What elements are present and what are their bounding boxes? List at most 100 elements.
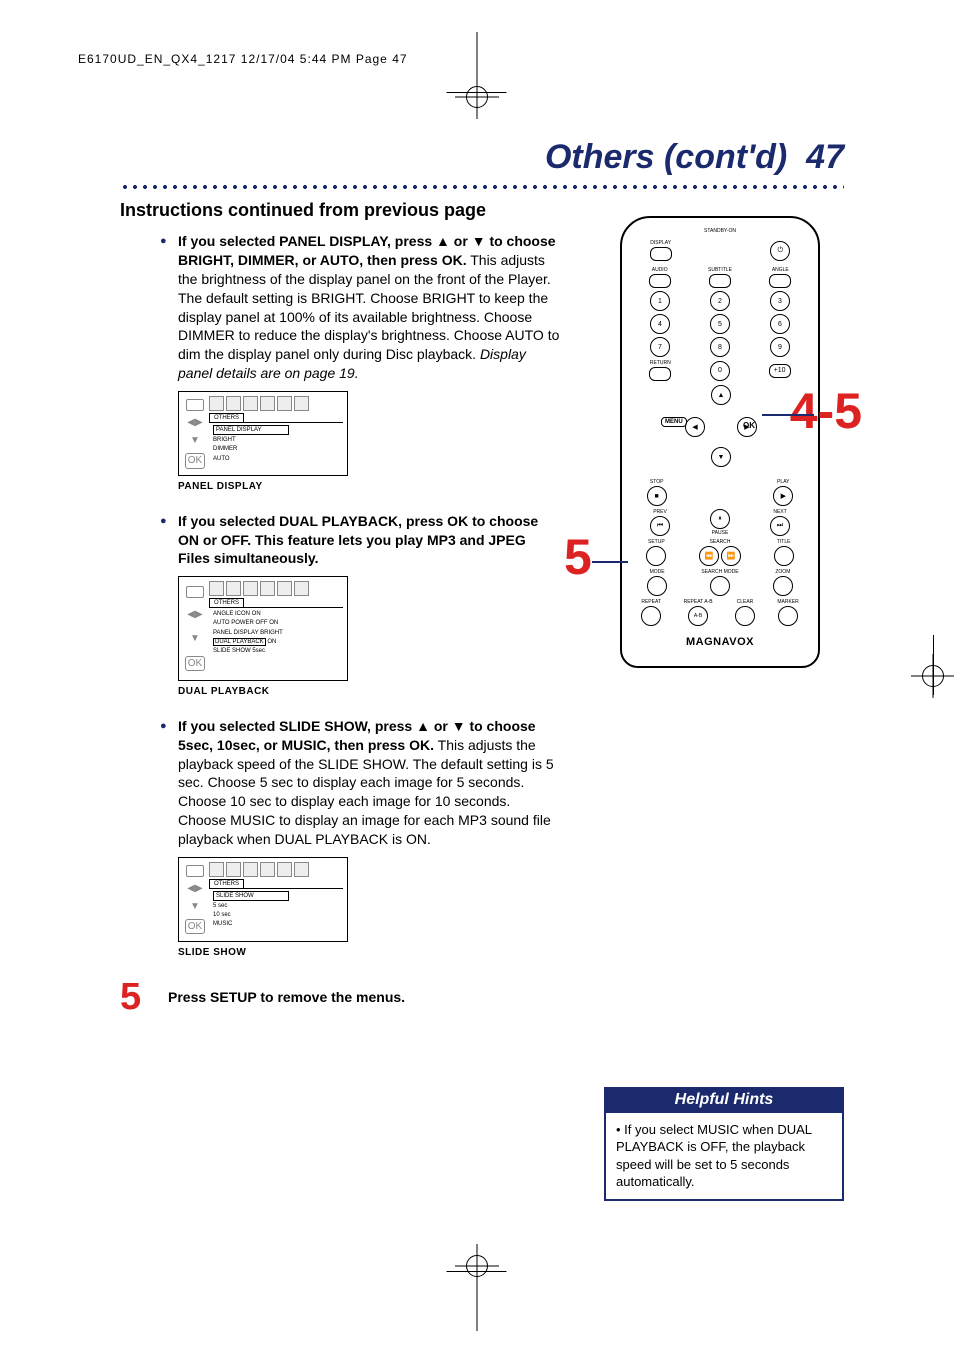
osd-row: 5 sec	[213, 902, 343, 910]
slide-show-body: This adjusts the playback speed of the S…	[178, 737, 554, 847]
angle-label: ANGLE	[772, 267, 789, 273]
right-button[interactable]: ▶	[737, 417, 757, 437]
play-button[interactable]: ▶	[773, 486, 793, 506]
mode-button[interactable]	[647, 576, 667, 596]
body-column: If you selected PANEL DISPLAY, press ▲ o…	[160, 232, 560, 1016]
callout-arrow-5	[592, 561, 628, 563]
osd-tab: OTHERS	[209, 598, 244, 607]
helpful-hints-body: If you select MUSIC when DUAL PLAYBACK i…	[604, 1113, 844, 1201]
osd-row: AUTO	[213, 455, 343, 463]
prev-button[interactable]: ⏮	[650, 516, 670, 536]
osd-nav-icons: ◀▶▼OK	[183, 862, 207, 937]
osd-tab: OTHERS	[209, 879, 244, 888]
setup-label: SETUP	[648, 539, 665, 545]
osd-menu: PANEL DISPLAY BRIGHT DIMMER AUTO	[209, 422, 343, 462]
print-header: E6170UD_EN_QX4_1217 12/17/04 5:44 PM Pag…	[78, 52, 408, 66]
dual-playback-lead: If you selected DUAL PLAYBACK, press OK …	[178, 513, 538, 567]
up-button[interactable]: ▲	[711, 385, 731, 405]
search-mode-button[interactable]	[710, 576, 730, 596]
zoom-button[interactable]	[773, 576, 793, 596]
pause-button[interactable]: ⏸	[710, 509, 730, 529]
left-button[interactable]: ◀	[685, 417, 705, 437]
osd-slide-show: ◀▶▼OK OTHERS SLIDE SHOW 5 sec 10 sec MUS…	[178, 857, 348, 942]
digit-1[interactable]: 1	[650, 291, 670, 311]
title-button[interactable]	[774, 546, 794, 566]
prev-label: PREV	[653, 509, 667, 515]
stop-label: STOP	[650, 479, 664, 485]
clear-button[interactable]	[735, 606, 755, 626]
osd-row: DUAL PLAYBACK ON	[213, 638, 343, 646]
search-label: SEARCH	[710, 539, 731, 545]
page-title: Others (cont'd) 47	[545, 138, 844, 177]
callout-5: 5	[564, 528, 592, 586]
osd-nav-icons: ◀▶▼OK	[183, 581, 207, 676]
osd-menu: SLIDE SHOW 5 sec 10 sec MUSIC	[209, 888, 343, 928]
instruction-slide-show: If you selected SLIDE SHOW, press ▲ or ▼…	[160, 717, 560, 849]
standby-label: STANDBY-ON	[630, 228, 810, 234]
digit-7[interactable]: 7	[650, 337, 670, 357]
osd-row-selected: PANEL DISPLAY	[213, 425, 289, 435]
zoom-label: ZOOM	[775, 569, 790, 575]
setup-button[interactable]	[646, 546, 666, 566]
instruction-dual-playback: If you selected DUAL PLAYBACK, press OK …	[160, 512, 560, 569]
crop-register-right	[922, 665, 944, 687]
audio-button[interactable]	[649, 274, 671, 288]
return-button[interactable]	[649, 367, 671, 381]
osd-top-icons	[209, 862, 343, 877]
osd-dual-playback: ◀▶▼OK OTHERS ANGLE ICON ON AUTO POWER OF…	[178, 576, 348, 681]
helpful-hints-title: Helpful Hints	[604, 1087, 844, 1113]
next-label: NEXT	[773, 509, 786, 515]
brand-label: MAGNAVOX	[630, 636, 810, 648]
osd-top-icons	[209, 396, 343, 411]
play-label: PLAY	[777, 479, 789, 485]
ff-button[interactable]: ⏩	[721, 546, 741, 566]
ok-cluster: MENU OK ▲ ◀ ▶ ▼	[665, 385, 775, 475]
standby-button[interactable]: ⏻	[770, 241, 790, 261]
osd-row: SLIDE SHOW 5sec	[213, 647, 343, 655]
subtitle-button[interactable]	[709, 274, 731, 288]
digit-4[interactable]: 4	[650, 314, 670, 334]
osd-menu: ANGLE ICON ON AUTO POWER OFF ON PANEL DI…	[209, 607, 343, 654]
title-dotted-rule	[120, 184, 844, 190]
next-button[interactable]: ⏭	[770, 516, 790, 536]
digit-3[interactable]: 3	[770, 291, 790, 311]
title-label: TITLE	[777, 539, 791, 545]
digit-8[interactable]: 8	[710, 337, 730, 357]
repeat-ab-button[interactable]: A-B	[688, 606, 708, 626]
osd-row: ANGLE ICON ON	[213, 610, 343, 618]
crop-register-bottom	[466, 1255, 488, 1277]
marker-label: MARKER	[777, 599, 798, 605]
remote-body: STANDBY-ON DISPLAY . ⏻ AUDIO SUBTITLE AN…	[620, 216, 820, 668]
step-number-5: 5	[120, 978, 160, 1016]
remote-diagram: 4-5 5 STANDBY-ON DISPLAY . ⏻ AUDIO SUBTI…	[590, 216, 850, 668]
digit-5[interactable]: 5	[710, 314, 730, 334]
step-5-row: 5 Press SETUP to remove the menus.	[120, 978, 560, 1016]
digit-6[interactable]: 6	[770, 314, 790, 334]
helpful-hint-item: If you select MUSIC when DUAL PLAYBACK i…	[616, 1121, 832, 1191]
clear-label: CLEAR	[737, 599, 754, 605]
osd-row: MUSIC	[213, 920, 343, 928]
repeat-ab-label: REPEAT A-B	[684, 599, 713, 605]
marker-button[interactable]	[778, 606, 798, 626]
menu-button[interactable]: MENU	[661, 417, 687, 427]
osd-row: PANEL DISPLAY BRIGHT	[213, 629, 343, 637]
callout-4-5: 4-5	[790, 382, 862, 440]
caption-slide-show: SLIDE SHOW	[178, 946, 560, 960]
display-label: DISPLAY	[650, 240, 671, 246]
instruction-panel-display: If you selected PANEL DISPLAY, press ▲ o…	[160, 232, 560, 383]
digit-plus10[interactable]: +10	[769, 364, 791, 378]
stop-button[interactable]: ■	[647, 486, 667, 506]
display-button[interactable]	[650, 247, 672, 261]
repeat-label: REPEAT	[641, 599, 661, 605]
crop-register-top	[466, 86, 488, 108]
osd-row: BRIGHT	[213, 436, 343, 444]
repeat-button[interactable]	[641, 606, 661, 626]
rew-button[interactable]: ⏪	[699, 546, 719, 566]
digit-9[interactable]: 9	[770, 337, 790, 357]
down-button[interactable]: ▼	[711, 447, 731, 467]
digit-2[interactable]: 2	[710, 291, 730, 311]
osd-top-icons	[209, 581, 343, 596]
angle-button[interactable]	[769, 274, 791, 288]
digit-0[interactable]: 0	[710, 361, 730, 381]
search-mode-label: SEARCH MODE	[701, 569, 738, 575]
